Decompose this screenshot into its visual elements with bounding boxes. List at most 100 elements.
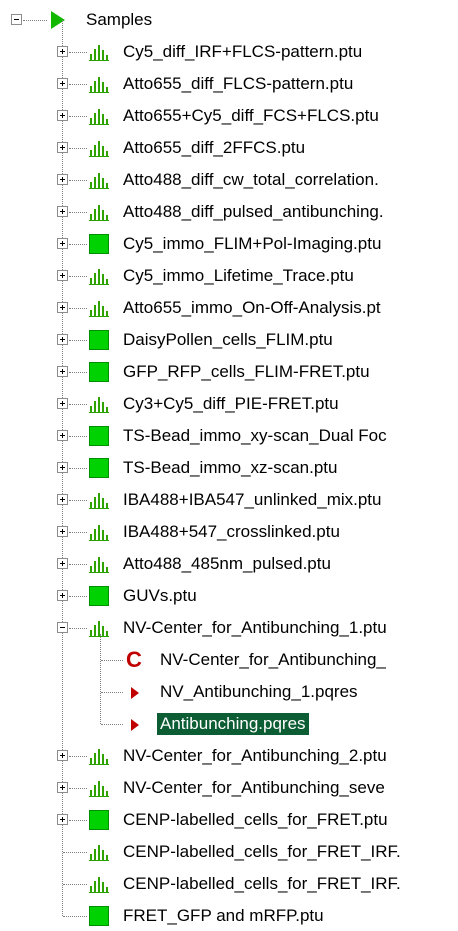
tree-connector (101, 724, 123, 725)
tree-connector (69, 404, 87, 405)
tree-item-label: Atto488_diff_cw_total_correlation. (123, 170, 379, 189)
histogram-icon (89, 298, 109, 318)
tree-connector (69, 276, 87, 277)
tree-item[interactable]: CENP-labelled_cells_for_FRET_IRF. (0, 836, 458, 868)
expand-plus-icon[interactable] (57, 398, 68, 409)
expand-plus-icon[interactable] (57, 750, 68, 761)
expand-plus-icon[interactable] (57, 366, 68, 377)
expand-plus-icon[interactable] (57, 238, 68, 249)
collapse-minus-icon[interactable] (57, 622, 68, 633)
red-triangle-icon (129, 685, 141, 705)
tree-item[interactable]: Atto488_485nm_pulsed.ptu (0, 548, 458, 580)
tree-item-label: Atto488_diff_pulsed_antibunching. (123, 202, 384, 221)
tree-connector (69, 564, 87, 565)
histogram-icon (89, 618, 109, 638)
tree-connector (69, 116, 87, 117)
expand-plus-icon[interactable] (57, 814, 68, 825)
tree-item[interactable]: NV-Center_for_Antibunching_1.ptu (0, 612, 458, 644)
tree-root-samples[interactable]: Samples (0, 4, 458, 36)
collapse-minus-icon[interactable] (11, 14, 22, 25)
expand-plus-icon[interactable] (57, 206, 68, 217)
tree-connector (69, 148, 87, 149)
tree-item[interactable]: Cy5_immo_FLIM+Pol-Imaging.ptu (0, 228, 458, 260)
tree-item-label: CENP-labelled_cells_for_FRET_IRF. (123, 874, 401, 893)
tree-child-item[interactable]: C NV-Center_for_Antibunching_ (0, 644, 458, 676)
tree-item[interactable]: IBA488+547_crosslinked.ptu (0, 516, 458, 548)
tree-connector (69, 756, 87, 757)
tree-item[interactable]: CENP-labelled_cells_for_FRET.ptu (0, 804, 458, 836)
tree-item[interactable]: NV-Center_for_Antibunching_2.ptu (0, 740, 458, 772)
tree-connector (69, 340, 87, 341)
tree-item[interactable]: Atto655_diff_FLCS-pattern.ptu (0, 68, 458, 100)
expand-plus-icon[interactable] (57, 78, 68, 89)
tree-item[interactable]: Atto488_diff_pulsed_antibunching. (0, 196, 458, 228)
tree-connector (69, 468, 87, 469)
tree-item[interactable]: TS-Bead_immo_xy-scan_Dual Foc (0, 420, 458, 452)
expand-plus-icon[interactable] (57, 302, 68, 313)
tree-item[interactable]: Cy5_immo_Lifetime_Trace.ptu (0, 260, 458, 292)
file-tree: Samples Cy5_diff_IRF+FLCS-pattern.ptu Atto… (0, 0, 458, 931)
tree-connector (69, 52, 87, 53)
expand-plus-icon[interactable] (57, 46, 68, 57)
expand-plus-icon[interactable] (57, 110, 68, 121)
green-square-icon (89, 234, 109, 254)
histogram-icon (89, 522, 109, 542)
tree-child-item[interactable]: NV_Antibunching_1.pqres (0, 676, 458, 708)
tree-item-label: NV-Center_for_Antibunching_seve (123, 778, 385, 797)
tree-item[interactable]: Atto488_diff_cw_total_correlation. (0, 164, 458, 196)
histogram-icon (89, 106, 109, 126)
tree-connector (69, 500, 87, 501)
tree-item-label: IBA488+IBA547_unlinked_mix.ptu (123, 490, 382, 509)
tree-item-label: GFP_RFP_cells_FLIM-FRET.ptu (123, 362, 370, 381)
expand-plus-icon[interactable] (57, 558, 68, 569)
histogram-icon (89, 74, 109, 94)
green-square-icon (89, 330, 109, 350)
tree-connector (23, 20, 47, 21)
expand-plus-icon[interactable] (57, 526, 68, 537)
tree-item[interactable]: DaisyPollen_cells_FLIM.ptu (0, 324, 458, 356)
tree-item[interactable]: GFP_RFP_cells_FLIM-FRET.ptu (0, 356, 458, 388)
tree-item[interactable]: Cy5_diff_IRF+FLCS-pattern.ptu (0, 36, 458, 68)
tree-item[interactable]: GUVs.ptu (0, 580, 458, 612)
histogram-icon (89, 170, 109, 190)
tree-item[interactable]: IBA488+IBA547_unlinked_mix.ptu (0, 484, 458, 516)
tree-item-label: Atto655_immo_On-Off-Analysis.pt (123, 298, 381, 317)
tree-item-label: NV-Center_for_Antibunching_ (160, 650, 386, 669)
tree-item[interactable]: NV-Center_for_Antibunching_seve (0, 772, 458, 804)
tree-item-label: Atto488_485nm_pulsed.ptu (123, 554, 331, 573)
tree-child-item[interactable]: Antibunching.pqres (0, 708, 458, 740)
tree-item-label: FRET_GFP and mRFP.ptu (123, 906, 324, 925)
tree-connector (63, 852, 87, 853)
expand-plus-icon[interactable] (57, 462, 68, 473)
expand-plus-icon[interactable] (57, 142, 68, 153)
green-square-icon (89, 810, 109, 830)
green-square-icon (89, 458, 109, 478)
expand-plus-icon[interactable] (57, 270, 68, 281)
histogram-icon (89, 138, 109, 158)
expand-plus-icon[interactable] (57, 782, 68, 793)
histogram-icon (89, 394, 109, 414)
tree-item[interactable]: Atto655_diff_2FFCS.ptu (0, 132, 458, 164)
expand-plus-icon[interactable] (57, 590, 68, 601)
tree-item-label: Antibunching.pqres (157, 713, 309, 735)
histogram-icon (89, 874, 109, 894)
tree-item[interactable]: Atto655_immo_On-Off-Analysis.pt (0, 292, 458, 324)
tree-item[interactable]: Cy3+Cy5_diff_PIE-FRET.ptu (0, 388, 458, 420)
tree-connector (69, 628, 87, 629)
expand-plus-icon[interactable] (57, 430, 68, 441)
tree-viewport: Samples Cy5_diff_IRF+FLCS-pattern.ptu Atto… (0, 0, 458, 931)
tree-item-label: CENP-labelled_cells_for_FRET_IRF. (123, 842, 401, 861)
tree-item-label: TS-Bead_immo_xy-scan_Dual Foc (123, 426, 387, 445)
expand-plus-icon[interactable] (57, 334, 68, 345)
expand-plus-icon[interactable] (57, 494, 68, 505)
tree-item[interactable]: Atto655+Cy5_diff_FCS+FLCS.ptu (0, 100, 458, 132)
histogram-icon (89, 554, 109, 574)
tree-item-label: Cy5_immo_Lifetime_Trace.ptu (123, 266, 354, 285)
tree-connector (69, 532, 87, 533)
tree-item[interactable]: CENP-labelled_cells_for_FRET_IRF. (0, 868, 458, 900)
tree-item[interactable]: FRET_GFP and mRFP.ptu (0, 900, 458, 931)
tree-item-label: Atto655_diff_FLCS-pattern.ptu (123, 74, 354, 93)
expand-plus-icon[interactable] (57, 174, 68, 185)
tree-item[interactable]: TS-Bead_immo_xz-scan.ptu (0, 452, 458, 484)
tree-connector (69, 436, 87, 437)
